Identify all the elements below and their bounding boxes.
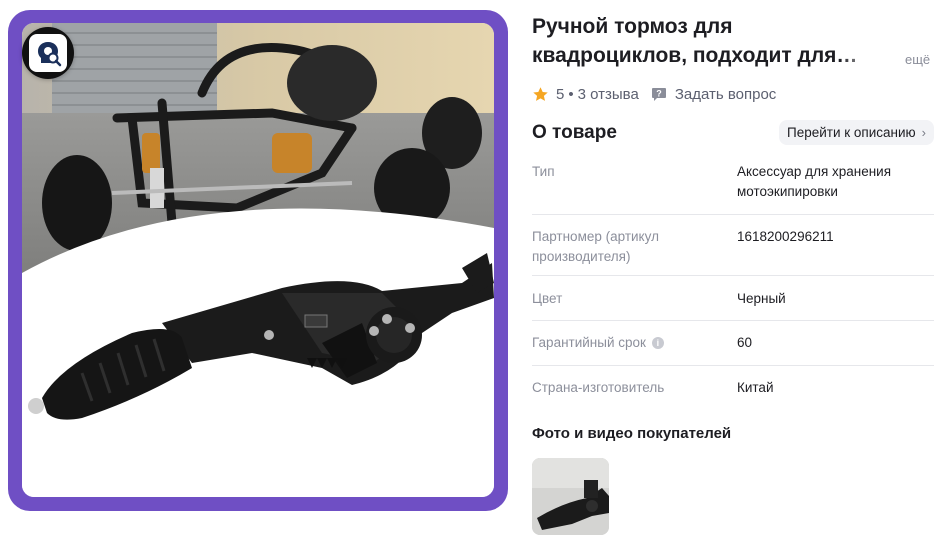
product-image-frame[interactable] [8, 10, 508, 511]
spec-value: 60 [737, 335, 753, 350]
chat-question-icon: ? [651, 88, 666, 101]
spec-row: Тип Аксессуар для хранения мотоэкипировк… [532, 152, 934, 215]
spec-key-label: Гарантийный срок [532, 335, 646, 350]
about-section-header: О товаре Перейти к описанию › [532, 120, 934, 145]
ask-question-label: Задать вопрос [674, 85, 777, 103]
spec-row: Страна-изготовитель Китай [532, 366, 934, 411]
go-to-description-label: Перейти к описанию [787, 125, 916, 140]
spec-key: Цвет [532, 291, 563, 306]
spec-value: Аксессуар для хранения мотоэкипировки [737, 164, 892, 199]
spec-key-with-info: Гарантийный срок i [532, 333, 737, 365]
go-to-description-button[interactable]: Перейти к описанию › [779, 120, 934, 145]
product-title: Ручной тормоз для квадроциклов, подходит… [532, 15, 837, 67]
svg-text:?: ? [656, 89, 662, 99]
rating-separator: • [568, 85, 574, 103]
title-more-link[interactable]: ещё [905, 52, 930, 67]
title-fade [840, 44, 900, 72]
image-search-icon[interactable] [22, 27, 74, 79]
rating-row: 5 • 3 отзыва ? Задать вопрос [532, 84, 776, 104]
spec-key: Страна-изготовитель [532, 380, 665, 395]
spec-value: Китай [737, 380, 774, 395]
spec-value: Черный [737, 291, 786, 306]
product-photo [22, 23, 494, 497]
customer-photo-thumbnail[interactable] [532, 458, 609, 535]
star-icon [533, 86, 548, 101]
spec-key: Тип [532, 164, 555, 179]
customer-media-title: Фото и видео покупателей [532, 425, 732, 442]
spec-key: Партномер (артикул производителя) [532, 229, 659, 264]
info-icon[interactable]: i [651, 337, 664, 349]
spec-value: 1618200296211 [737, 229, 834, 244]
ask-question-link[interactable]: ? Задать вопрос [651, 86, 776, 103]
spec-row: Цвет Черный [532, 276, 934, 321]
reviews-count-link[interactable]: 3 отзыва [578, 86, 639, 103]
about-title: О товаре [532, 121, 617, 143]
specs-table: Тип Аксессуар для хранения мотоэкипировк… [532, 152, 934, 411]
rating-score[interactable]: 5 [556, 86, 564, 103]
spec-row: Гарантийный срок i 60 [532, 321, 934, 366]
spec-row: Партномер (артикул производителя) 161820… [532, 215, 934, 276]
chevron-right-icon: › [921, 125, 926, 140]
